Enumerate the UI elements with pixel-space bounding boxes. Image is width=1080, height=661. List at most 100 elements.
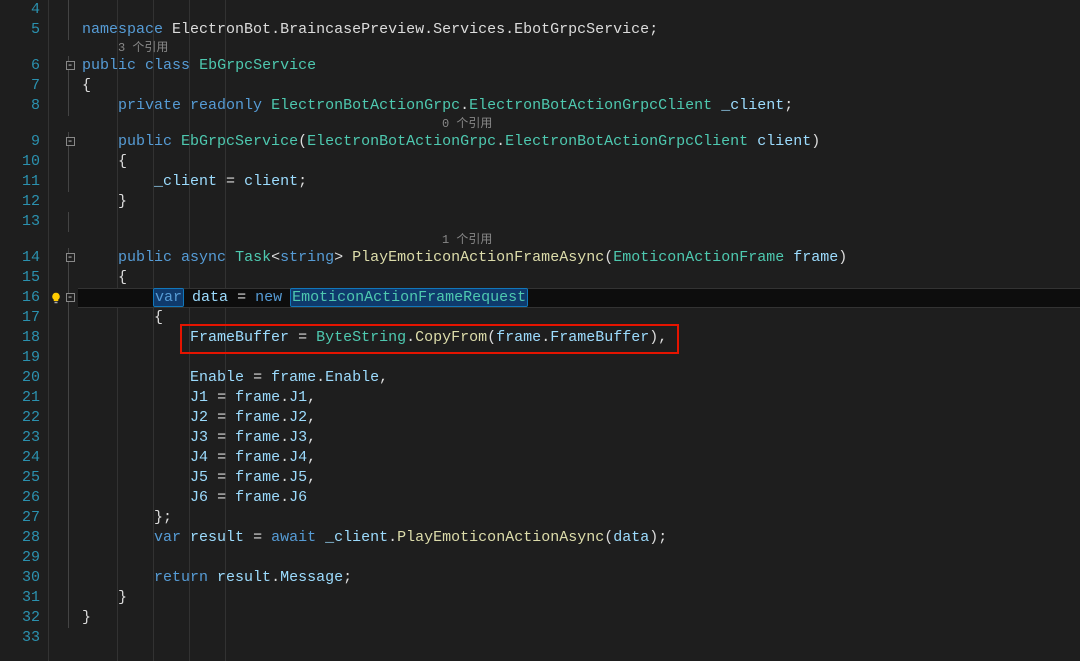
fold-toggle[interactable] [63, 248, 77, 268]
glyph-cell [49, 132, 63, 152]
glyph-cell [49, 388, 63, 408]
fold-guide [63, 348, 77, 368]
code-line[interactable]: public EbGrpcService(ElectronBotActionGr… [78, 132, 1080, 152]
code-line[interactable]: }; [78, 508, 1080, 528]
code-line[interactable]: J3 = frame.J3, [78, 428, 1080, 448]
code-line[interactable]: } [78, 608, 1080, 628]
glyph-cell [49, 116, 63, 132]
line-number: 31 [0, 588, 48, 608]
fold-toggle[interactable] [63, 56, 77, 76]
glyph-cell [49, 268, 63, 288]
glyph-cell [49, 96, 63, 116]
code-line[interactable]: var result = await _client.PlayEmoticonA… [78, 528, 1080, 548]
fold-cell [63, 628, 77, 648]
glyph-cell [49, 76, 63, 96]
line-number: 11 [0, 172, 48, 192]
glyph-cell [49, 152, 63, 172]
fold-guide [63, 388, 77, 408]
fold-guide [63, 468, 77, 488]
line-number-gutter[interactable]: 4567891011121314151617181920212223242526… [0, 0, 49, 661]
line-number: 25 [0, 468, 48, 488]
fold-guide [63, 568, 77, 588]
fold-guide [63, 428, 77, 448]
glyph-cell [49, 328, 63, 348]
code-line[interactable]: private readonly ElectronBotActionGrpc.E… [78, 96, 1080, 116]
code-line[interactable]: } [78, 588, 1080, 608]
code-line[interactable] [78, 548, 1080, 568]
glyph-cell [49, 428, 63, 448]
fold-guide [63, 308, 77, 328]
code-line[interactable]: { [78, 308, 1080, 328]
fold-guide [63, 96, 77, 116]
line-number: 24 [0, 448, 48, 468]
code-line[interactable]: _client = client; [78, 172, 1080, 192]
fold-guide [63, 508, 77, 528]
code-line[interactable] [78, 348, 1080, 368]
fold-guide [63, 408, 77, 428]
code-line[interactable]: { [78, 76, 1080, 96]
line-number: 19 [0, 348, 48, 368]
code-line[interactable]: Enable = frame.Enable, [78, 368, 1080, 388]
fold-guide [63, 20, 77, 40]
glyph-cell [49, 588, 63, 608]
codelens-reference[interactable]: 3 个引用 [78, 40, 1080, 56]
line-number: 29 [0, 548, 48, 568]
glyph-cell [49, 508, 63, 528]
fold-guide [63, 448, 77, 468]
code-line[interactable]: J1 = frame.J1, [78, 388, 1080, 408]
glyph-cell [49, 172, 63, 192]
line-number: 4 [0, 0, 48, 20]
line-number: 16 [0, 288, 48, 308]
line-number: 23 [0, 428, 48, 448]
line-number: 28 [0, 528, 48, 548]
code-line[interactable]: J2 = frame.J2, [78, 408, 1080, 428]
code-line[interactable]: public async Task<string> PlayEmoticonAc… [78, 248, 1080, 268]
code-line[interactable]: J5 = frame.J5, [78, 468, 1080, 488]
fold-guide [63, 0, 77, 20]
code-editor[interactable]: 4567891011121314151617181920212223242526… [0, 0, 1080, 661]
fold-guide [63, 548, 77, 568]
code-line[interactable]: { [78, 152, 1080, 172]
line-number: 14 [0, 248, 48, 268]
line-number: 13 [0, 212, 48, 232]
line-number: 26 [0, 488, 48, 508]
codelens-reference[interactable]: 0 个引用 [78, 116, 1080, 132]
glyph-cell [49, 232, 63, 248]
fold-guide [63, 328, 77, 348]
fold-guide [63, 268, 77, 288]
line-number: 20 [0, 368, 48, 388]
line-number: 22 [0, 408, 48, 428]
fold-guide [63, 528, 77, 548]
codelens-reference[interactable]: 1 个引用 [78, 232, 1080, 248]
glyph-cell [49, 528, 63, 548]
fold-cell [63, 192, 77, 212]
line-number: 33 [0, 628, 48, 648]
fold-guide [63, 76, 77, 96]
code-area[interactable]: namespace ElectronBot.BraincasePreview.S… [78, 0, 1080, 661]
lightbulb-icon [49, 288, 63, 308]
glyph-cell [49, 608, 63, 628]
fold-toggle[interactable] [63, 288, 77, 308]
code-line[interactable]: public class EbGrpcService [78, 56, 1080, 76]
code-line[interactable]: J6 = frame.J6 [78, 488, 1080, 508]
code-line[interactable]: return result.Message; [78, 568, 1080, 588]
code-line[interactable] [78, 0, 1080, 20]
fold-cell [63, 116, 77, 132]
code-line[interactable]: namespace ElectronBot.BraincasePreview.S… [78, 20, 1080, 40]
fold-toggle[interactable] [63, 132, 77, 152]
line-number: 8 [0, 96, 48, 116]
code-line[interactable]: } [78, 192, 1080, 212]
line-number [0, 40, 48, 56]
glyph-cell [49, 192, 63, 212]
code-line[interactable]: FrameBuffer = ByteString.CopyFrom(frame.… [78, 328, 1080, 348]
line-number: 17 [0, 308, 48, 328]
code-line[interactable] [78, 212, 1080, 232]
code-line[interactable]: J4 = frame.J4, [78, 448, 1080, 468]
code-line[interactable]: { [78, 268, 1080, 288]
glyph-cell [49, 56, 63, 76]
glyph-cell [49, 40, 63, 56]
folding-column[interactable] [63, 0, 78, 661]
code-line[interactable] [78, 628, 1080, 648]
code-line[interactable]: var data = new EmoticonActionFrameReques… [78, 288, 1080, 308]
glyph-cell [49, 248, 63, 268]
